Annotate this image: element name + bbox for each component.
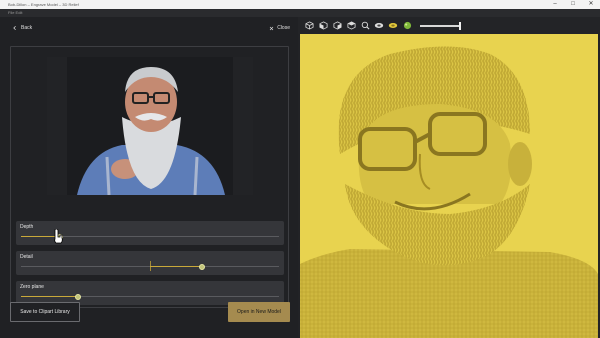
iso-view-cube-icon[interactable] — [304, 21, 314, 31]
shading-icon[interactable] — [374, 21, 384, 31]
material-color-icon[interactable] — [402, 21, 412, 31]
side-view-cube-icon[interactable] — [332, 21, 342, 31]
mouse-cursor-icon — [54, 229, 63, 244]
zoom-slider-thumb[interactable] — [459, 21, 461, 30]
menu-bar: File Edit — [0, 9, 600, 17]
depth-slider-card: Depth — [16, 221, 284, 245]
back-button[interactable]: Back — [12, 25, 32, 31]
panel-close-button[interactable]: Close — [269, 25, 290, 31]
back-label: Back — [21, 25, 33, 31]
detail-slider-fill — [150, 266, 202, 267]
zero-plane-label: Zero plane — [20, 284, 44, 290]
window-title: Bob-Dillon – Engrave Model – 3D Relief — [8, 2, 79, 7]
front-view-cube-icon[interactable] — [318, 21, 328, 31]
settings-box: Depth Detail Zero plane — [10, 46, 289, 308]
panel-header: Back Close — [0, 17, 298, 39]
zero-plane-slider-fill — [21, 296, 78, 297]
source-photo — [47, 57, 253, 195]
view-toolbar — [298, 17, 600, 34]
window-close-button[interactable]: ✕ — [582, 0, 600, 9]
window-controls: – □ ✕ — [546, 0, 600, 9]
lighting-icon[interactable] — [388, 21, 398, 31]
minimize-button[interactable]: – — [546, 0, 564, 9]
detail-slider-thumb[interactable] — [198, 263, 205, 270]
depth-label: Depth — [20, 224, 34, 230]
back-arrow-icon — [13, 25, 16, 31]
zero-plane-slider-thumb[interactable] — [74, 293, 81, 300]
relief-settings-panel: Back Close Depth Detail Zero plane Save … — [0, 17, 298, 338]
3d-viewport — [298, 17, 600, 338]
zoom-slider-track[interactable] — [420, 21, 461, 30]
open-in-new-model-button[interactable]: Open in New Model — [228, 302, 290, 322]
zero-plane-slider-track[interactable] — [21, 293, 279, 300]
top-view-cube-icon[interactable] — [346, 21, 356, 31]
window-titlebar: Bob-Dillon – Engrave Model – 3D Relief –… — [0, 0, 600, 9]
zoom-fit-icon[interactable] — [360, 21, 370, 31]
portrait-image — [47, 57, 253, 195]
save-to-clipart-button[interactable]: Save to Clipart Library — [10, 302, 80, 322]
detail-slider-track[interactable] — [21, 261, 279, 271]
close-label: Close — [277, 25, 290, 31]
detail-slider-card: Detail — [16, 251, 284, 275]
detail-label: Detail — [20, 254, 33, 260]
menu-text[interactable]: File Edit — [8, 10, 22, 15]
relief-render[interactable] — [300, 34, 598, 338]
close-icon — [269, 26, 274, 30]
3d-relief-model — [300, 34, 598, 338]
maximize-button[interactable]: □ — [564, 0, 582, 9]
